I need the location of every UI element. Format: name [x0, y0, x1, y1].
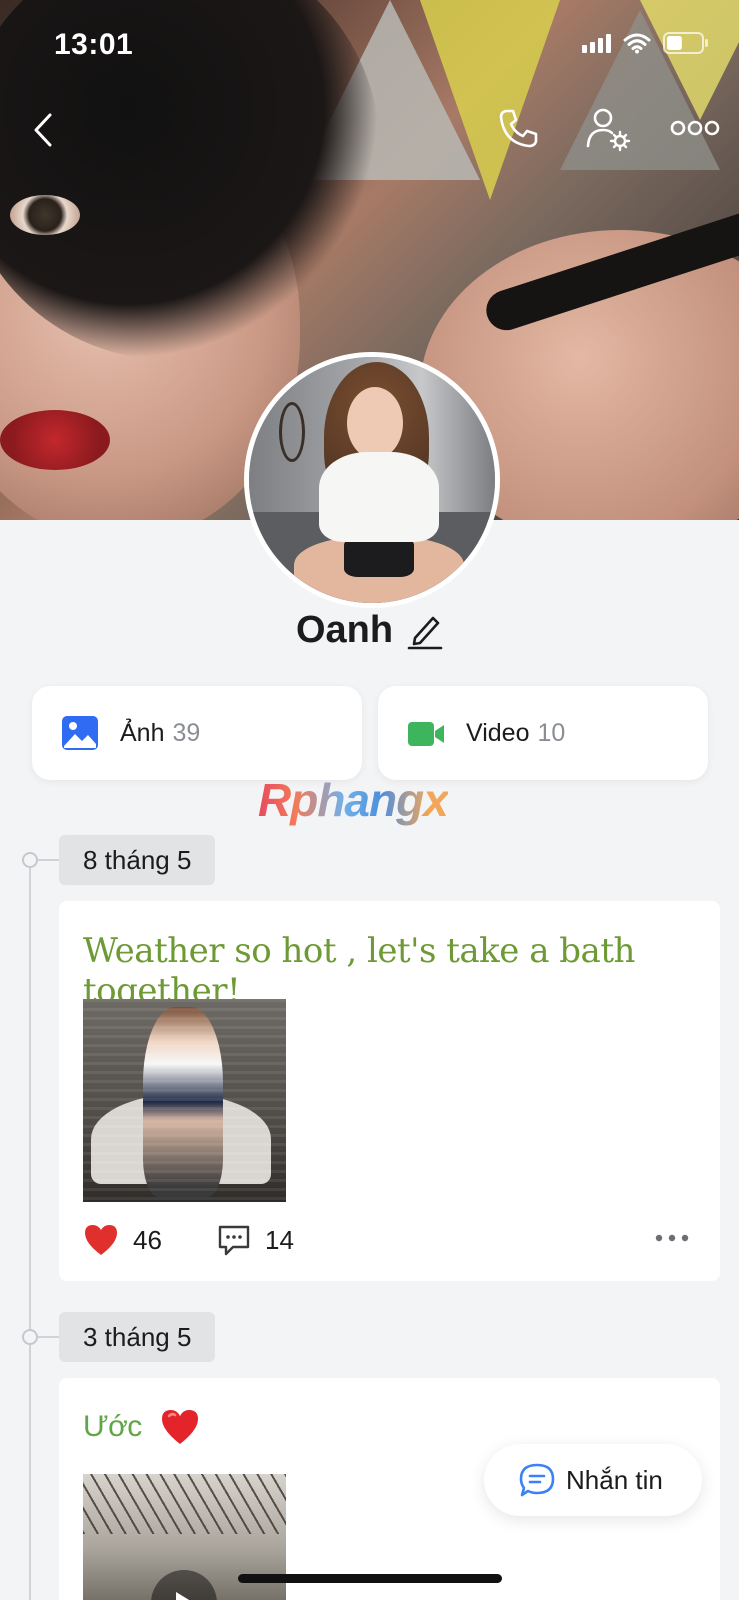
- status-icons: [582, 32, 709, 54]
- send-message-button[interactable]: Nhắn tin: [484, 1444, 702, 1516]
- heart-icon[interactable]: [83, 1223, 119, 1257]
- user-settings-icon: [586, 108, 631, 152]
- cover-eye: [10, 195, 80, 235]
- post-text-label: Ước: [83, 1410, 142, 1443]
- post-actions: 46 14: [83, 1223, 294, 1257]
- status-bar: 13:01: [0, 0, 739, 90]
- call-button[interactable]: [496, 106, 540, 150]
- photos-card[interactable]: Ảnh 39: [32, 686, 362, 780]
- timeline-dot: [22, 852, 38, 868]
- like-count: 46: [133, 1224, 162, 1255]
- avatar-mirror: [279, 402, 305, 462]
- video-camera-icon: [408, 722, 444, 746]
- avatar-shorts: [344, 537, 414, 577]
- chevron-left-icon: [34, 113, 52, 147]
- friend-settings-button[interactable]: [585, 106, 633, 154]
- post-text: Ước: [83, 1408, 200, 1446]
- thumbnail-branches: [83, 1474, 286, 1534]
- heart-emoji-icon: [161, 1410, 198, 1444]
- date-chip: 3 tháng 5: [59, 1312, 216, 1362]
- videos-label: Video: [466, 718, 530, 747]
- cellular-signal-icon: [582, 33, 611, 53]
- back-button[interactable]: [24, 105, 64, 155]
- post-photo[interactable]: [83, 999, 286, 1202]
- videos-card[interactable]: Video 10: [378, 686, 708, 780]
- avatar-face: [347, 387, 403, 459]
- more-horizontal-icon[interactable]: [654, 1233, 690, 1243]
- comment-count: 14: [265, 1224, 294, 1255]
- pencil-icon[interactable]: [407, 610, 443, 650]
- image-icon: [62, 716, 98, 750]
- home-indicator[interactable]: [238, 1574, 502, 1583]
- send-message-label: Nhắn tin: [566, 1464, 663, 1495]
- timeline-post[interactable]: Weather so hot , let's take a bath toget…: [59, 901, 720, 1281]
- date-chip: 8 tháng 5: [59, 835, 216, 885]
- status-time: 13:01: [54, 28, 134, 61]
- comment-icon[interactable]: [217, 1224, 251, 1256]
- wifi-icon: [623, 32, 651, 54]
- profile-name: Oanh: [295, 608, 394, 651]
- videos-count: 10: [537, 718, 566, 747]
- photos-count: 39: [172, 718, 201, 747]
- timeline-dot: [22, 1329, 38, 1345]
- profile-avatar[interactable]: [244, 352, 500, 608]
- timeline-dash: [38, 859, 60, 861]
- cover-lips: [0, 410, 110, 470]
- photo-blinds: [83, 999, 286, 1202]
- avatar-shirt: [319, 452, 439, 542]
- more-options-button[interactable]: [670, 118, 720, 138]
- play-icon: [176, 1592, 190, 1600]
- phone-icon: [499, 109, 538, 148]
- watermark-text: Rphangx: [258, 774, 449, 826]
- chat-bubble-icon: [519, 1463, 555, 1497]
- more-horizontal-icon: [670, 120, 720, 136]
- profile-name-row: Oanh: [0, 600, 739, 660]
- battery-icon: [663, 32, 709, 54]
- timeline-dash: [38, 1336, 60, 1338]
- play-button[interactable]: [151, 1570, 217, 1600]
- timeline-line: [29, 860, 31, 1600]
- photos-label: Ảnh: [120, 718, 165, 747]
